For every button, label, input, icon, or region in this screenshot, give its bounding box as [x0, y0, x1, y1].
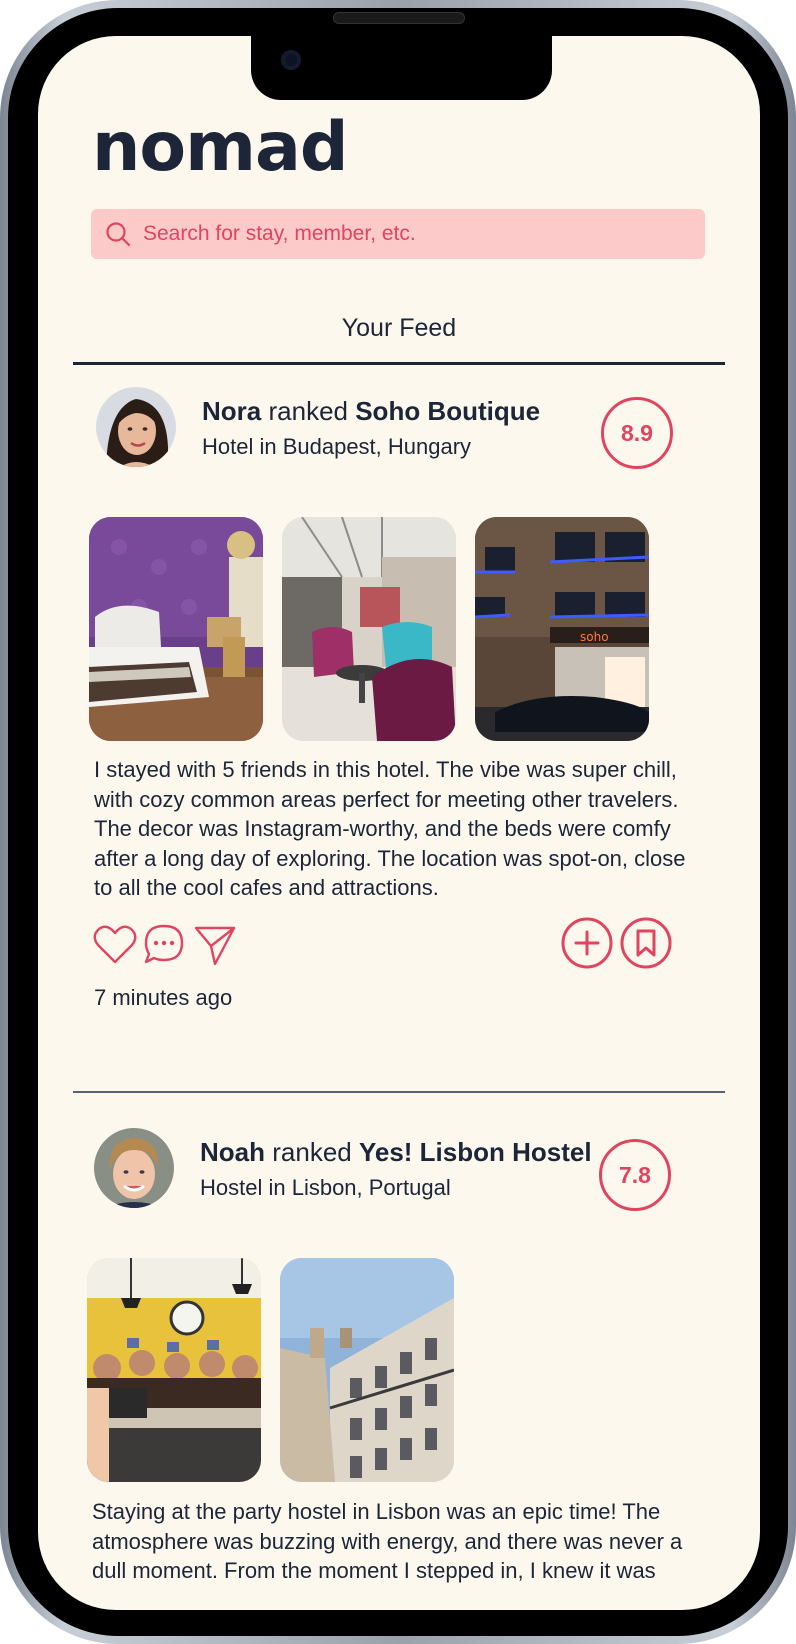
tab-active-underline — [73, 362, 725, 365]
speaker-grille — [333, 12, 465, 24]
post-photo-hotel-lobby[interactable] — [282, 517, 456, 741]
front-camera — [281, 50, 301, 70]
post-headline: Noah ranked Yes! Lisbon Hostel — [200, 1137, 592, 1168]
screen: nomad Your Feed — [38, 36, 760, 1610]
phone-mockup: nomad Your Feed — [0, 0, 796, 1644]
notch — [251, 36, 552, 100]
post-photo-hotel-room[interactable] — [89, 517, 263, 741]
avatar[interactable] — [96, 387, 176, 467]
bookmark-icon[interactable] — [619, 916, 673, 970]
place-subtitle: Hotel in Budapest, Hungary — [202, 434, 472, 459]
search-icon — [106, 222, 131, 247]
tab-your-feed[interactable]: Your Feed — [73, 314, 725, 343]
post-author-link[interactable]: Nora — [202, 396, 261, 426]
app-logo[interactable]: nomad — [92, 114, 349, 182]
post-author-link[interactable]: Noah — [200, 1137, 265, 1167]
post-photo-hostel-bar[interactable] — [87, 1258, 261, 1482]
comment-icon[interactable] — [142, 922, 186, 966]
post-place-link[interactable]: Soho Boutique — [355, 396, 540, 426]
post-body: Staying at the party hostel in Lisbon wa… — [92, 1499, 683, 1583]
post-body: I stayed with 5 friends in this hotel. T… — [94, 757, 686, 900]
post-headline: Nora ranked Soho Boutique — [202, 396, 540, 427]
post-timestamp: 7 minutes ago — [94, 985, 233, 1010]
post-verb: ranked — [272, 1137, 352, 1167]
post-verb: ranked — [268, 396, 348, 426]
send-icon[interactable] — [193, 924, 237, 966]
place-subtitle: Hostel in Lisbon, Portugal — [200, 1175, 451, 1200]
post-divider — [73, 1091, 725, 1093]
search-input[interactable] — [141, 221, 665, 247]
post-photo-hotel-exterior[interactable]: soho — [475, 517, 649, 741]
search-bar[interactable] — [91, 209, 705, 259]
avatar[interactable] — [94, 1128, 174, 1208]
svg-text:soho: soho — [580, 630, 609, 644]
heart-icon[interactable] — [93, 924, 137, 966]
score-badge[interactable]: 7.8 — [599, 1139, 671, 1211]
post-photo-lisbon-street[interactable] — [280, 1258, 454, 1482]
post-place-link[interactable]: Yes! Lisbon Hostel — [359, 1137, 592, 1167]
add-icon[interactable] — [560, 916, 614, 970]
score-badge[interactable]: 8.9 — [601, 397, 673, 469]
